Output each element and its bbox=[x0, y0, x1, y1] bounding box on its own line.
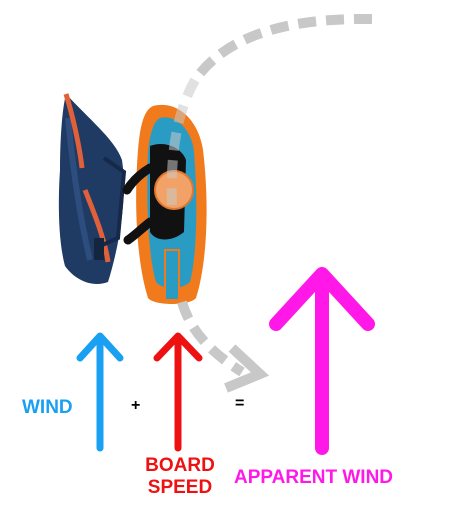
board-speed-line1: BOARD bbox=[145, 455, 215, 476]
trajectory-path-bottom bbox=[177, 300, 245, 377]
apparent-wind-label: APPARENT WIND bbox=[234, 467, 394, 488]
apparent-wind-diagram: WIND + BOARD SPEED = APPARENT WIND bbox=[0, 0, 450, 500]
wind-arrow bbox=[76, 332, 124, 452]
board-speed-arrow bbox=[153, 332, 203, 452]
equals-sign: = bbox=[235, 395, 245, 412]
board-speed-label: BOARD SPEED bbox=[138, 455, 222, 499]
diagram-canvas bbox=[58, 13, 375, 455]
board-speed-line2: SPEED bbox=[147, 477, 213, 498]
plus-sign: + bbox=[131, 397, 141, 414]
wind-label: WIND bbox=[22, 397, 73, 418]
trajectory-path-top bbox=[190, 13, 373, 83]
wing-sail bbox=[58, 93, 127, 285]
apparent-wind-arrow bbox=[269, 267, 375, 455]
